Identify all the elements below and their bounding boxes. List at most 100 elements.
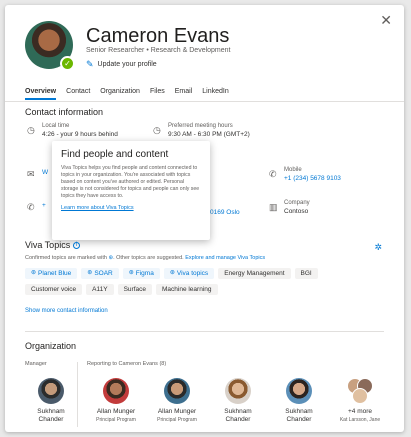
- note-prefix: Confirmed topics are marked with: [25, 255, 107, 261]
- suggested-chip[interactable]: Surface: [117, 284, 152, 295]
- report-card[interactable]: Sukhnam Chander: [212, 378, 264, 424]
- phone-icon: ✆: [269, 169, 277, 179]
- profile-name: Cameron Evans: [86, 25, 230, 47]
- avatar: [352, 388, 368, 404]
- local-time-label: Local time: [42, 123, 70, 129]
- avatar: [38, 378, 64, 404]
- mobile-value[interactable]: +1 (234) 5678 9103: [284, 175, 341, 182]
- more-count: +4 more: [347, 408, 373, 415]
- tab-email[interactable]: Email: [175, 88, 193, 100]
- clock-icon: ◷: [27, 125, 35, 135]
- person-name: Allan Munger: [96, 408, 136, 415]
- chip-label: Customer voice: [31, 286, 77, 293]
- org-divider: [77, 362, 78, 427]
- separator: •: [146, 47, 149, 54]
- note-mid: . Other topics are suggested.: [113, 255, 184, 261]
- suggested-chip[interactable]: BGI: [294, 268, 318, 279]
- avatar: ✓: [25, 21, 75, 71]
- person-name: Sukhnam Chander: [285, 408, 313, 423]
- topic-icon: ⊛: [31, 270, 37, 276]
- pencil-icon: ✎: [86, 59, 94, 69]
- company-value: Contoso: [284, 208, 309, 215]
- contact-item-left-2: ✆ +: [27, 200, 46, 213]
- preferred-hours-value: 9:30 AM - 6:30 PM (GMT+2): [168, 131, 250, 138]
- more-reports-card[interactable]: +4 more Kat Larsson, Jane: [334, 378, 386, 423]
- person-role: Principal Program: [157, 417, 197, 423]
- preferred-hours-label: Preferred meeting hours: [168, 123, 233, 129]
- mobile-item: ✆ Mobile +1 (234) 5678 9103: [269, 167, 341, 182]
- viva-topics-heading: Viva Topics i: [25, 240, 81, 250]
- explore-topics-link[interactable]: Explore and manage Viva Topics: [185, 255, 265, 261]
- topic-chip[interactable]: ⊛ SOAR: [81, 268, 119, 279]
- chip-label: Viva topics: [176, 270, 209, 277]
- contact-section-title: Contact information: [25, 107, 104, 117]
- job-title: Senior Researcher: [86, 47, 145, 54]
- reporting-label: Reporting to Cameron Evans (8): [87, 361, 167, 367]
- manager-card[interactable]: Sukhnam Chander: [25, 378, 77, 424]
- callout-body: Viva Topics helps you find people and co…: [61, 165, 200, 199]
- department: Research & Development: [150, 47, 231, 54]
- update-profile-link[interactable]: ✎ Update your profile: [86, 59, 157, 70]
- topic-chips: ⊛ Planet Blue ⊛ SOAR ⊛ Figma ⊛ Viva topics E…: [25, 268, 365, 295]
- address-value[interactable]: 0169 Oslo: [210, 209, 240, 216]
- chip-label: Surface: [123, 286, 146, 293]
- tab-files[interactable]: Files: [150, 88, 165, 100]
- chip-label: Machine learning: [161, 286, 212, 293]
- tab-contact[interactable]: Contact: [66, 88, 90, 100]
- topic-chip[interactable]: ⊛ Viva topics: [163, 268, 215, 279]
- organization-title: Organization: [25, 341, 77, 351]
- contact-item-left-1: ✉ W: [27, 167, 48, 180]
- partial-left-2[interactable]: +: [42, 202, 46, 213]
- update-profile-label: Update your profile: [97, 61, 157, 68]
- chip-label: Planet Blue: [38, 270, 72, 277]
- manager-label: Manager: [25, 361, 47, 367]
- suggested-chip[interactable]: Customer voice: [25, 284, 83, 295]
- local-time-value: 4:26 - your 9 hours behind: [42, 131, 118, 138]
- report-card[interactable]: Sukhnam Chander: [273, 378, 325, 424]
- mobile-label: Mobile: [284, 167, 302, 173]
- topic-chip[interactable]: ⊛ Planet Blue: [25, 268, 78, 279]
- calendar-clock-icon: ◷: [153, 125, 161, 135]
- avatar: [225, 378, 251, 404]
- phone-icon: ✆: [27, 202, 35, 212]
- topic-icon: ⊛: [87, 270, 93, 276]
- topic-chip[interactable]: ⊛ Figma: [122, 268, 160, 279]
- avatar-group: [345, 378, 375, 404]
- tab-divider: [5, 101, 404, 102]
- viva-topics-title: Viva Topics: [25, 240, 71, 250]
- partial-left-1[interactable]: W: [42, 169, 48, 180]
- tab-overview[interactable]: Overview: [25, 88, 57, 100]
- viva-topics-note: Confirmed topics are marked with ⊛. Othe…: [25, 255, 265, 261]
- chip-label: Energy Management: [224, 270, 285, 277]
- suggested-chip[interactable]: Machine learning: [155, 284, 218, 295]
- tab-linkedin[interactable]: LinkedIn: [202, 88, 228, 100]
- report-card[interactable]: Allan Munger Principal Program: [151, 378, 203, 423]
- show-more-contact-link[interactable]: Show more contact information: [25, 308, 108, 314]
- info-icon[interactable]: i: [73, 241, 81, 249]
- section-divider: [25, 331, 384, 332]
- person-name: Allan Munger: [157, 408, 197, 415]
- topic-settings-icon[interactable]: ✲: [374, 242, 382, 253]
- company-label: Company: [284, 200, 310, 206]
- preferred-hours-item: ◷ Preferred meeting hours 9:30 AM - 6:30…: [153, 123, 250, 138]
- profile-card: ✕ ✓ Cameron Evans Senior Researcher • Re…: [5, 5, 404, 432]
- learn-more-link[interactable]: Learn more about Viva Topics: [61, 205, 201, 211]
- person-role: Principal Program: [96, 417, 136, 423]
- profile-subtitle: Senior Researcher • Research & Developme…: [86, 47, 231, 54]
- avatar: [103, 378, 129, 404]
- tab-organization[interactable]: Organization: [100, 88, 140, 100]
- suggested-chip[interactable]: Energy Management: [218, 268, 291, 279]
- avatar: [164, 378, 190, 404]
- mail-icon: ✉: [27, 169, 35, 179]
- more-names: Kat Larsson, Jane: [339, 417, 381, 423]
- suggested-chip[interactable]: A11Y: [86, 284, 114, 295]
- close-icon[interactable]: ✕: [380, 13, 392, 27]
- person-name: Sukhnam Chander: [37, 408, 65, 423]
- report-card[interactable]: Allan Munger Principal Program: [90, 378, 142, 423]
- viva-topics-callout: Find people and content Viva Topics help…: [52, 141, 210, 240]
- topic-icon: ⊛: [169, 270, 175, 276]
- address-item: 0169 Oslo: [210, 207, 240, 216]
- chip-label: A11Y: [92, 286, 108, 293]
- local-time-item: ◷ Local time 4:26 - your 9 hours behind: [27, 123, 118, 138]
- callout-title: Find people and content: [61, 149, 169, 160]
